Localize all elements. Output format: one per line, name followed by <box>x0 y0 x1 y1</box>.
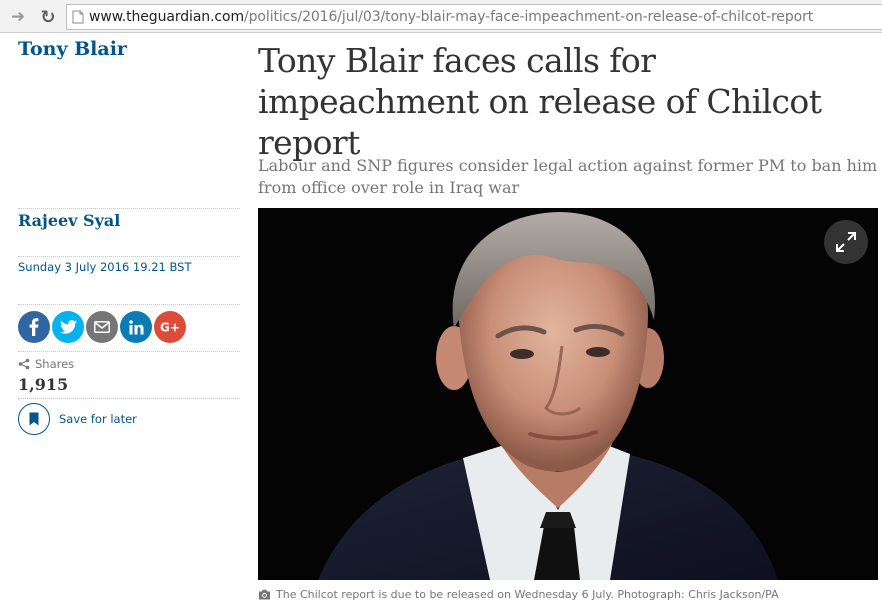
google-plus-icon: G+ <box>160 321 180 335</box>
publish-date: Sunday 3 July 2016 19.21 BST <box>18 260 192 274</box>
divider <box>18 208 240 209</box>
divider <box>18 256 240 257</box>
forward-arrow-icon[interactable]: ➜ <box>7 6 29 28</box>
camera-icon <box>259 589 270 600</box>
divider <box>18 398 240 399</box>
reload-icon[interactable]: ↻ <box>37 6 59 28</box>
expand-icon <box>836 232 856 252</box>
linkedin-icon <box>128 319 143 334</box>
twitter-share-button[interactable] <box>52 311 84 343</box>
expand-image-button[interactable] <box>824 220 868 264</box>
image-caption: The Chilcot report is due to be released… <box>258 588 878 601</box>
shares-label-row: Shares <box>18 357 74 371</box>
divider <box>18 304 240 305</box>
browser-toolbar: ➜ ↻ www.theguardian.com/politics/2016/ju… <box>0 0 882 33</box>
url-host: www.theguardian.com <box>89 9 245 25</box>
save-circle <box>18 403 50 435</box>
email-icon <box>94 321 110 333</box>
url-path: /politics/2016/jul/03/tony-blair-may-fac… <box>244 9 814 25</box>
caption-text: The Chilcot report is due to be released… <box>276 588 779 601</box>
google-plus-share-button[interactable]: G+ <box>154 311 186 343</box>
address-bar[interactable]: www.theguardian.com/politics/2016/jul/03… <box>66 4 882 30</box>
shares-count: 1,915 <box>18 375 69 394</box>
facebook-icon <box>29 318 39 336</box>
email-share-button[interactable] <box>86 311 118 343</box>
divider <box>18 351 240 352</box>
bookmark-icon <box>29 412 39 426</box>
svg-text:G+: G+ <box>160 321 180 335</box>
hero-image[interactable] <box>258 208 878 580</box>
save-for-later-button[interactable]: Save for later <box>18 403 137 435</box>
author-link[interactable]: Rajeev Syal <box>18 211 120 230</box>
standfirst: Labour and SNP figures consider legal ac… <box>258 156 878 197</box>
linkedin-share-button[interactable] <box>120 311 152 343</box>
section-link[interactable]: Tony Blair <box>18 38 127 60</box>
portrait-photo <box>258 208 878 580</box>
url-text: www.theguardian.com/politics/2016/jul/03… <box>89 9 813 25</box>
share-buttons: G+ <box>18 311 186 343</box>
headline: Tony Blair faces calls for impeachment o… <box>258 41 822 162</box>
shares-label: Shares <box>35 357 75 371</box>
save-for-later-label: Save for later <box>59 412 137 426</box>
page-icon <box>67 5 89 29</box>
twitter-icon <box>59 320 77 334</box>
facebook-share-button[interactable] <box>18 311 50 343</box>
share-icon <box>18 358 30 370</box>
